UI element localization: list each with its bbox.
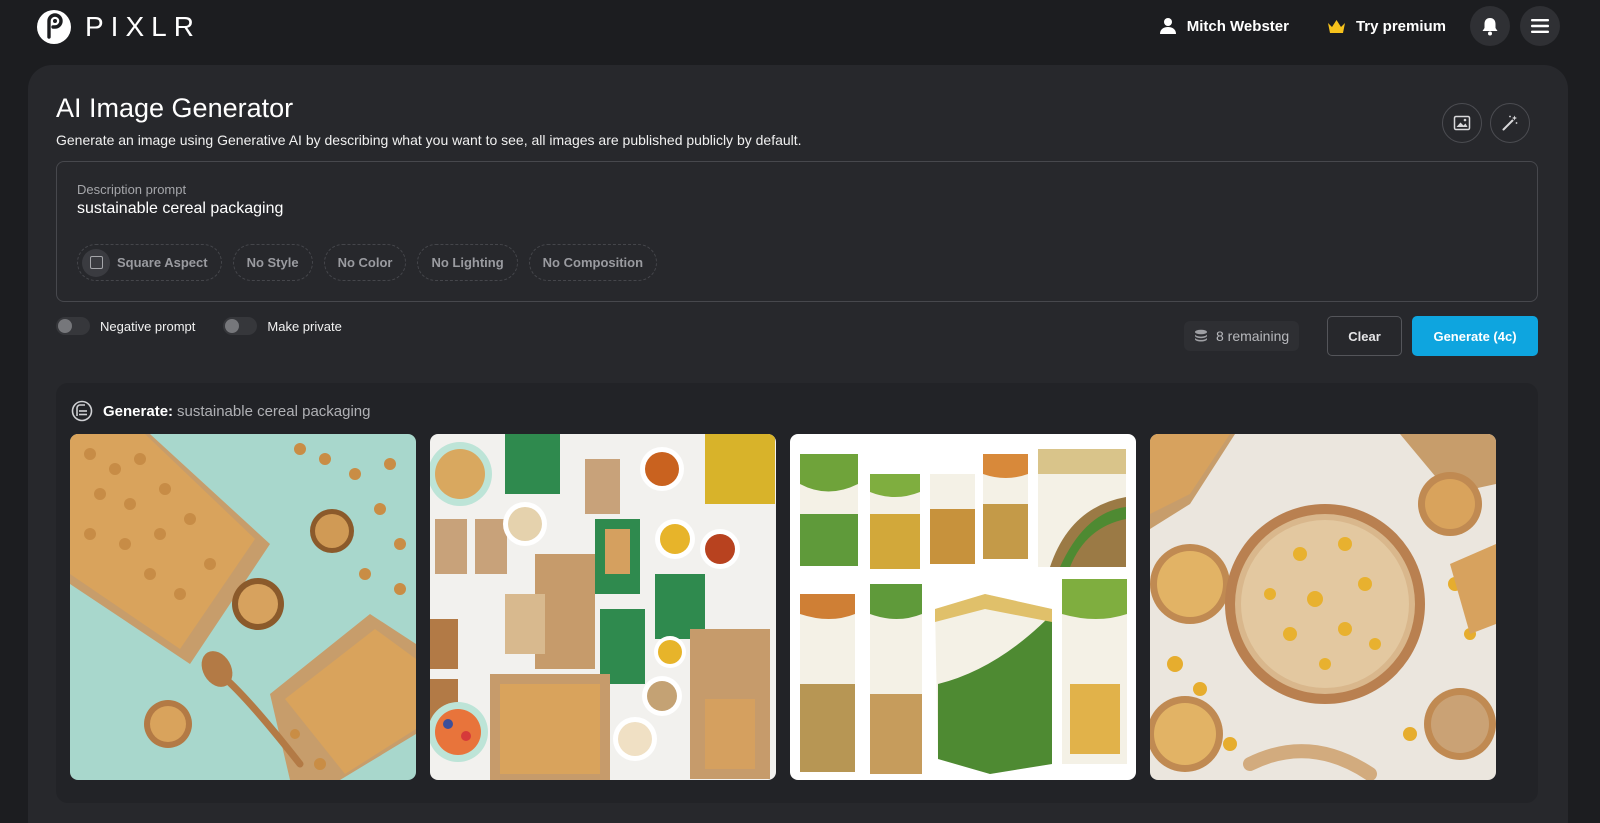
bell-icon [1482, 17, 1498, 35]
top-bar: PIXLR Mitch Webster Try premium [0, 0, 1600, 56]
magic-wand-icon [1502, 115, 1518, 131]
pixlr-logo[interactable]: PIXLR [36, 9, 201, 45]
clear-button[interactable]: Clear [1327, 316, 1402, 356]
remaining-text: 8 remaining [1216, 328, 1290, 344]
make-private-toggle[interactable]: Make private [223, 317, 342, 335]
chip-label: No Style [246, 255, 299, 270]
image-to-image-button[interactable] [1442, 103, 1482, 143]
composition-selector[interactable]: No Composition [528, 244, 658, 281]
user-icon [1159, 18, 1176, 34]
generated-image-2[interactable] [430, 434, 776, 780]
pixlr-logo-icon [37, 10, 71, 44]
try-premium-button[interactable]: Try premium [1327, 18, 1446, 35]
generated-image-3[interactable] [790, 434, 1136, 780]
checkbox-icon [82, 248, 110, 277]
generated-image-4[interactable] [1150, 434, 1496, 780]
page-subtitle: Generate an image using Generative AI by… [56, 132, 802, 148]
results-section: Generate: sustainable cereal packaging [56, 383, 1538, 803]
toggle-label: Make private [267, 318, 342, 334]
prompt-label: Description prompt [77, 182, 187, 197]
style-selector[interactable]: No Style [232, 244, 313, 281]
credits-remaining: 8 remaining [1184, 321, 1299, 351]
prompt-history-icon [71, 400, 93, 422]
chip-label: No Color [337, 255, 393, 270]
negative-prompt-toggle[interactable]: Negative prompt [56, 317, 195, 335]
prompt-box[interactable]: Description prompt sustainable cereal pa… [56, 161, 1538, 302]
prompt-input[interactable]: sustainable cereal packaging [77, 200, 283, 218]
chip-label: Square Aspect [117, 255, 208, 270]
menu-button[interactable] [1520, 6, 1560, 46]
menu-icon [1531, 19, 1549, 33]
chip-label: No Lighting [431, 255, 504, 270]
square-aspect-toggle[interactable]: Square Aspect [77, 244, 222, 281]
result-prompt: sustainable cereal packaging [177, 402, 371, 420]
page-title: AI Image Generator [56, 93, 294, 123]
coins-icon [1195, 329, 1207, 342]
toggle-switch[interactable] [56, 317, 90, 335]
prompt-options: Square Aspect No Style No Color No Light… [77, 244, 658, 281]
toggle-switch[interactable] [223, 317, 258, 335]
logo-text: PIXLR [85, 11, 201, 42]
user-name: Mitch Webster [1186, 17, 1289, 35]
premium-label: Try premium [1355, 17, 1446, 35]
user-account-button[interactable]: Mitch Webster [1159, 17, 1289, 35]
chip-label: No Composition [542, 255, 644, 270]
color-selector[interactable]: No Color [323, 244, 407, 281]
image-icon [1453, 115, 1471, 131]
notifications-button[interactable] [1470, 6, 1510, 46]
generator-panel: AI Image Generator Generate an image usi… [28, 65, 1568, 823]
crown-icon [1327, 19, 1345, 33]
lighting-selector[interactable]: No Lighting [417, 244, 518, 281]
toggle-label: Negative prompt [100, 318, 196, 334]
generate-button[interactable]: Generate (4c) [1412, 316, 1538, 356]
result-label: Generate: [103, 402, 174, 420]
magic-wand-button[interactable] [1490, 103, 1530, 143]
generated-image-1[interactable] [70, 434, 416, 780]
